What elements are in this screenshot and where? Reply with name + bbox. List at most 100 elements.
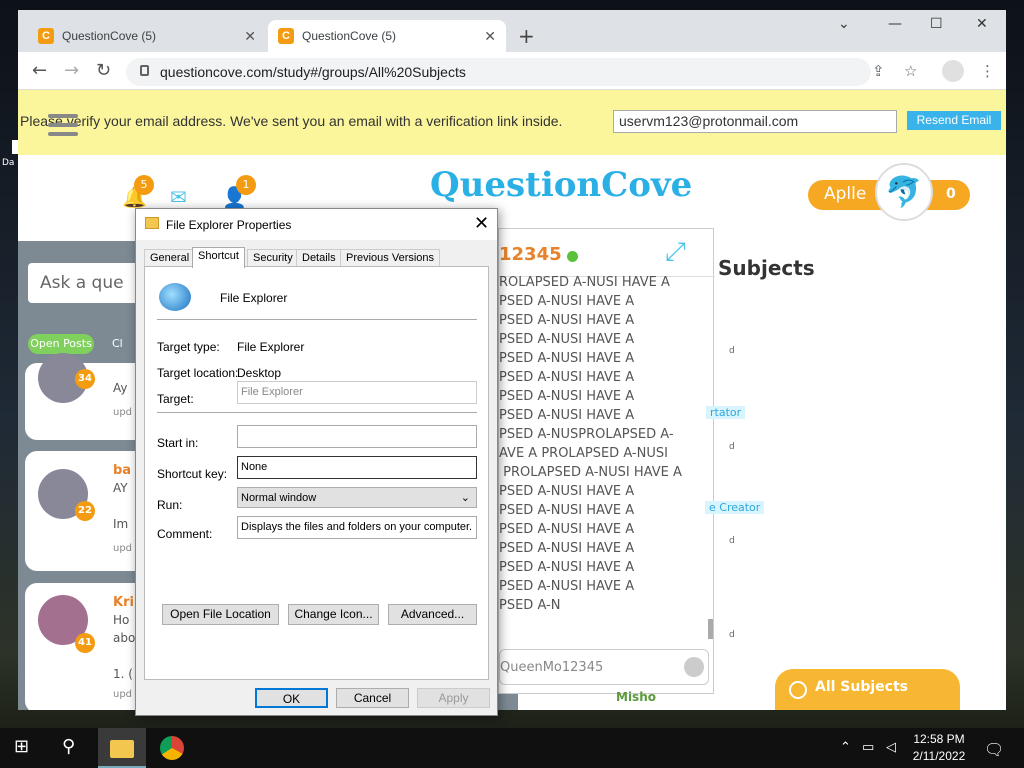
close-tab-icon[interactable]: ✕: [484, 28, 496, 45]
desktop-icon-label[interactable]: Da: [2, 158, 14, 168]
post-text: 1. (: [113, 667, 133, 681]
network-icon[interactable]: ▭: [862, 740, 874, 755]
post-text: Im: [113, 517, 129, 531]
open-posts-pill[interactable]: Open Posts: [28, 334, 94, 354]
chat-scrollbar[interactable]: [708, 619, 713, 639]
post-meta: upd: [113, 689, 133, 700]
browser-tab-active[interactable]: C QuestionCove (5) ✕: [268, 20, 506, 52]
member-meta: d: [729, 346, 735, 356]
avatar-badge: 22: [75, 501, 95, 521]
close-window-icon[interactable]: ✕: [976, 16, 988, 32]
start-in-field[interactable]: [237, 425, 477, 448]
closed-posts-pill[interactable]: Cl: [112, 337, 123, 350]
browser-tab[interactable]: C QuestionCove (5) ✕: [28, 20, 266, 52]
shortcut-key-field[interactable]: None: [237, 456, 477, 479]
avatar-badge: 34: [75, 369, 95, 389]
comment-label: Comment:: [157, 527, 213, 541]
maximize-icon[interactable]: ☐: [930, 16, 943, 32]
clock[interactable]: 12:58 PM 2/11/2022: [908, 731, 970, 765]
advanced-button[interactable]: Advanced...: [388, 604, 477, 625]
infinity-icon: [789, 681, 807, 699]
member-name[interactable]: Misho: [616, 690, 656, 704]
chat-messages: ROLAPSED A-NUSI HAVE A PSED A-NUSI HAVE …: [499, 275, 682, 613]
post-author[interactable]: ba: [113, 463, 131, 478]
tab-previous-versions[interactable]: Previous Versions: [340, 249, 441, 267]
tab-general[interactable]: General: [144, 249, 196, 267]
url-text: questioncove.com/study#/groups/All%20Sub…: [160, 64, 466, 80]
share-icon[interactable]: ⇪: [872, 62, 885, 80]
points-count: 0: [946, 186, 956, 202]
target-type-label: Target type:: [157, 340, 220, 354]
reload-icon[interactable]: ↻: [96, 60, 111, 81]
tab-details[interactable]: Details: [296, 249, 342, 267]
dialog-title: File Explorer Properties: [166, 218, 292, 232]
lock-icon: [140, 65, 149, 76]
menu-kebab-icon[interactable]: ⋮: [980, 62, 995, 80]
emoji-icon[interactable]: [684, 657, 704, 677]
role-tag: rtator: [706, 406, 746, 419]
target-location-label: Target location:: [157, 366, 239, 380]
start-in-label: Start in:: [157, 436, 199, 450]
bookmark-star-icon[interactable]: ☆: [904, 62, 917, 80]
nav-bar: ← → ↻ questioncove.com/study#/groups/All…: [18, 52, 1006, 90]
chevron-up-icon[interactable]: ⌃: [840, 740, 851, 755]
new-tab-icon[interactable]: +: [518, 24, 535, 48]
chat-username[interactable]: 12345: [499, 244, 562, 265]
notification-center-icon[interactable]: 🗨: [984, 740, 1004, 759]
address-bar[interactable]: questioncove.com/study#/groups/All%20Sub…: [126, 58, 871, 86]
open-file-location-button[interactable]: Open File Location: [162, 604, 279, 625]
shortcut-panel: File Explorer Target type: File Explorer…: [144, 266, 489, 680]
chrome-icon[interactable]: [160, 736, 184, 760]
windows-start-icon[interactable]: ⊞: [14, 736, 38, 760]
tab-title: QuestionCove (5): [62, 29, 157, 43]
back-icon[interactable]: ←: [32, 60, 47, 81]
properties-dialog: File Explorer Properties ✕ General Short…: [135, 208, 498, 716]
search-icon[interactable]: ⚲: [62, 736, 86, 760]
email-field[interactable]: uservm123@protonmail.com: [613, 110, 897, 133]
target-location-value: Desktop: [237, 366, 282, 380]
cancel-button[interactable]: Cancel: [336, 688, 409, 708]
target-field[interactable]: File Explorer: [237, 381, 477, 404]
tab-security[interactable]: Security: [247, 249, 299, 267]
dialog-titlebar: File Explorer Properties ✕: [136, 209, 497, 240]
profile-icon[interactable]: [942, 60, 964, 82]
post-text: AY: [113, 481, 128, 495]
shortcut-name: File Explorer: [220, 291, 288, 305]
post-text: Ho: [113, 613, 130, 627]
run-select[interactable]: Normal window ⌄: [237, 487, 477, 508]
forward-icon[interactable]: →: [64, 60, 79, 81]
taskbar: ⊞ ⚲ ⌃ ▭ ◁ 12:58 PM 2/11/2022 🗨: [0, 728, 1024, 768]
chat-window: 12345 ⤢ ROLAPSED A-NUSI HAVE A PSED A-NU…: [498, 228, 715, 694]
tab-bar: C QuestionCove (5) ✕ C QuestionCove (5) …: [18, 10, 1006, 52]
chevron-down-icon[interactable]: ⌄: [838, 16, 850, 32]
verify-email-banner: Please verify your email address. We've …: [18, 90, 1006, 155]
username: Aplle: [824, 184, 867, 204]
divider: [157, 412, 477, 413]
member-meta: d: [729, 442, 735, 452]
questioncove-logo[interactable]: QuestionCove: [430, 165, 692, 205]
close-icon[interactable]: ✕: [474, 213, 489, 234]
tab-shortcut[interactable]: Shortcut: [192, 247, 245, 268]
post-meta: upd: [113, 407, 133, 418]
close-tab-icon[interactable]: ✕: [244, 28, 256, 45]
change-icon-button[interactable]: Change Icon...: [288, 604, 379, 625]
minimize-icon[interactable]: —: [888, 16, 902, 32]
expand-icon[interactable]: ⤢: [665, 237, 686, 268]
resend-email-button[interactable]: Resend Email: [907, 111, 1001, 130]
apply-button[interactable]: Apply: [417, 688, 490, 708]
hamburger-menu-icon[interactable]: [48, 114, 78, 136]
time-text: 12:58 PM: [913, 732, 965, 746]
post-author[interactable]: Kri: [113, 595, 134, 610]
chevron-down-icon: ⌄: [460, 492, 470, 504]
ok-button[interactable]: OK: [255, 688, 328, 708]
shortcut-key-label: Shortcut key:: [157, 467, 228, 481]
friends-badge: 1: [236, 175, 256, 195]
all-subjects-button[interactable]: All Subjects: [775, 669, 960, 710]
folder-icon: [145, 217, 159, 229]
dolphin-avatar[interactable]: 🐬: [875, 163, 933, 221]
mail-icon[interactable]: ✉: [170, 185, 187, 209]
comment-field[interactable]: Displays the files and folders on your c…: [237, 516, 477, 539]
verify-message: Please verify your email address. We've …: [20, 113, 563, 129]
volume-icon[interactable]: ◁: [886, 740, 896, 755]
chat-input[interactable]: QueenMo12345: [499, 649, 709, 685]
